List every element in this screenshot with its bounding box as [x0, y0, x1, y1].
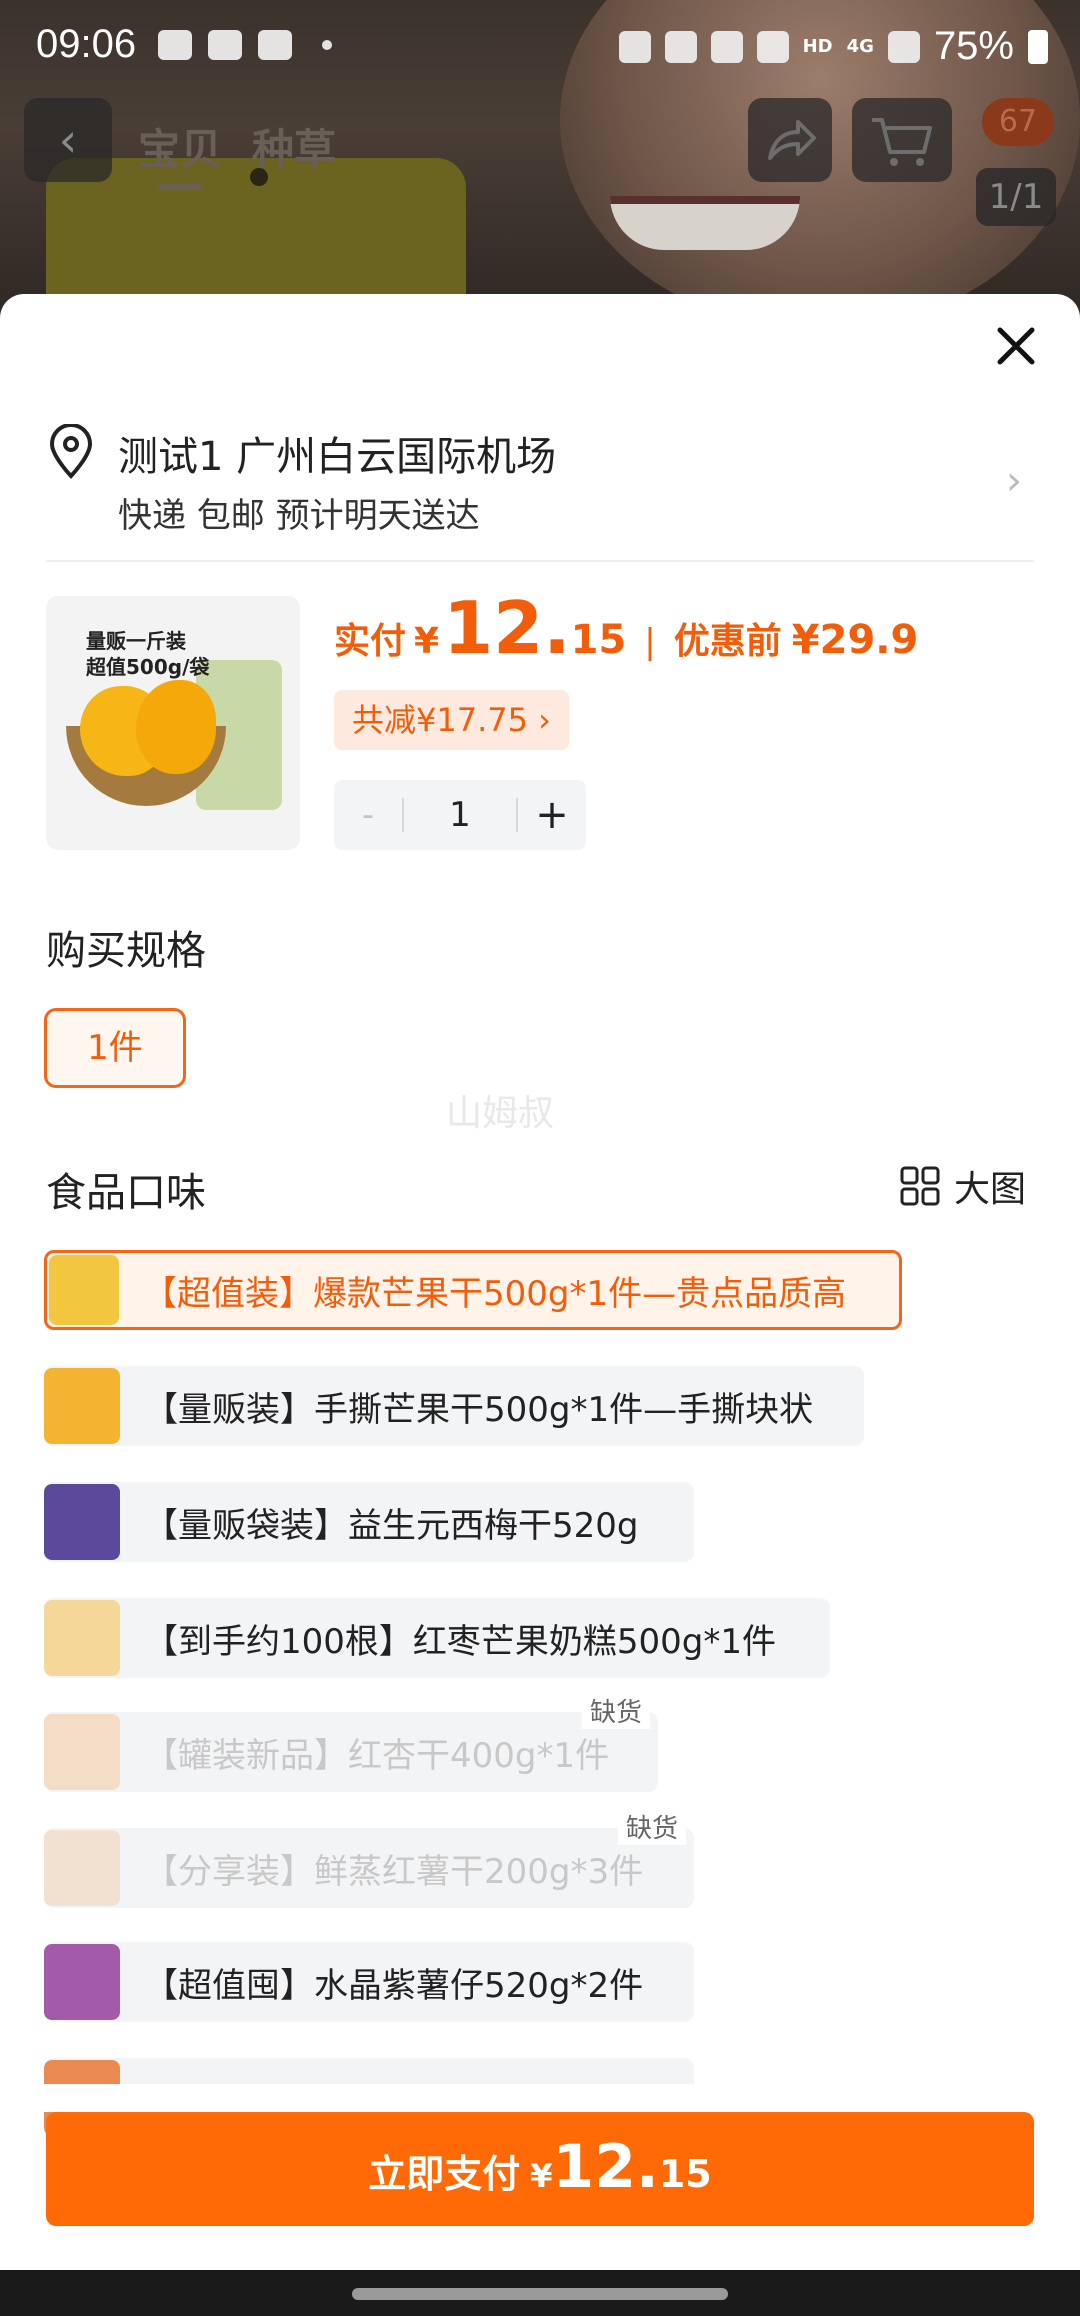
status-time: 09:06 [36, 22, 137, 66]
cart-button[interactable] [852, 98, 952, 182]
flavor-option[interactable]: 【到手约100根】红枣芒果奶糕500g*1件 [44, 1598, 830, 1678]
quantity-minus-button[interactable]: - [334, 795, 402, 835]
big-image-view-toggle[interactable]: 大图 [900, 1160, 1026, 1212]
out-of-stock-tag: 缺货 [582, 1692, 651, 1729]
watermark: 山姆叔 [446, 1093, 555, 1134]
original-price-value: ¥29.9 [791, 617, 919, 663]
system-status-icons: HD 4G 75% [618, 24, 1048, 69]
spec-section-title: 购买规格 [46, 928, 206, 974]
divider [46, 560, 1034, 562]
product-image-caption: 量贩一斤装 超值500g/袋 [86, 628, 209, 680]
pay-now-button[interactable]: 立即支付 ¥ 12. 15 [46, 2112, 1034, 2226]
tab-recommend[interactable]: 种草 [252, 116, 336, 177]
grid-icon [900, 1166, 940, 1206]
flavor-label: 【量贩袋装】益生元西梅干520g [144, 1505, 639, 1546]
price-separator: | [644, 622, 656, 662]
close-icon[interactable] [986, 316, 1046, 376]
pay-price-decimal: 15 [658, 2152, 712, 2196]
battery-icon [1028, 29, 1048, 64]
flavor-thumbnail [44, 1830, 120, 1906]
flavor-thumbnail [44, 1714, 120, 1790]
flavor-thumbnail [44, 1368, 120, 1444]
original-price-label: 优惠前 [673, 621, 782, 662]
product-thumbnail[interactable]: 量贩一斤装 超值500g/袋 [46, 596, 300, 850]
home-indicator[interactable] [352, 2288, 728, 2300]
system-nav-bar [0, 2270, 1080, 2316]
tab-product[interactable]: 宝贝 [138, 116, 222, 177]
hd-indicator: HD [802, 36, 833, 57]
cart-count-badge: 67 [982, 98, 1054, 146]
flavor-option[interactable]: 【超值囤】水晶紫薯仔520g*2件 [44, 1942, 694, 2022]
background-smile [610, 196, 800, 250]
cart-icon [872, 118, 932, 166]
actual-price-label: 实付 [334, 621, 407, 662]
flavor-option[interactable]: 【量贩装】手撕芒果干500g*1件—手撕块状 [44, 1366, 864, 1446]
active-tab-indicator [158, 184, 202, 190]
flavor-section-title: 食品口味 [46, 1170, 206, 1216]
flavor-label: 【超值装】爆款芒果干500g*1件—贵点品质高 [143, 1273, 847, 1314]
purchase-sheet: 测试1 广州白云国际机场 快递 包邮 预计明天送达 › 量贩一斤装 超值500g… [0, 294, 1080, 2270]
flavor-option[interactable]: 【超值装】爆款芒果干500g*1件—贵点品质高 [44, 1250, 902, 1330]
flavor-thumbnail [44, 1944, 120, 2020]
out-of-stock-tag: 缺货 [618, 1808, 687, 1845]
pay-currency-symbol: ¥ [530, 2157, 553, 2195]
price-integer: 12. [443, 586, 571, 670]
price-decimal: 15 [570, 617, 627, 663]
quantity-plus-button[interactable]: + [518, 792, 586, 838]
flavor-option-out-of-stock[interactable]: 【罐装新品】红杏干400g*1件 缺货 [44, 1692, 658, 1792]
pay-price-integer: 12. [552, 2132, 659, 2202]
wechat-icon [208, 30, 242, 60]
product-mango-image [136, 680, 216, 774]
flavor-option[interactable]: 【量贩袋装】益生元西梅干520g [44, 1482, 694, 1562]
quantity-stepper: - 1 + [334, 780, 586, 850]
signal-icon [887, 30, 920, 63]
spec-option-1[interactable]: 1件 [44, 1008, 186, 1088]
alarm-icon [664, 30, 697, 63]
flavor-label: 【超值囤】水晶紫薯仔520g*2件 [144, 1965, 644, 2006]
product-image-caption-line2: 超值500g/袋 [86, 655, 210, 679]
flavor-thumbnail [44, 1484, 120, 1560]
network-type: 4G [846, 36, 874, 57]
address-text: 测试1 广州白云国际机场 [118, 434, 557, 480]
quantity-value[interactable]: 1 [404, 795, 516, 835]
sim-icon [618, 30, 651, 63]
share-icon [768, 120, 816, 160]
product-top-nav: ‹ 宝贝 种草 [0, 96, 1080, 190]
battery-percent: 75% [933, 24, 1014, 68]
flavor-thumbnail [44, 1600, 120, 1676]
flavor-thumbnail [49, 1255, 119, 1325]
cloud-icon [158, 30, 192, 60]
back-button[interactable]: ‹ [24, 98, 112, 182]
wifi-icon [756, 30, 789, 63]
currency-symbol: ¥ [414, 621, 440, 662]
flavor-label: 【量贩装】手撕芒果干500g*1件—手撕块状 [144, 1389, 814, 1430]
delivery-info: 快递 包邮 预计明天送达 [118, 496, 480, 536]
status-bar: 09:06 HD 4G 75% [0, 0, 1080, 96]
flavor-label: 【罐装新品】红杏干400g*1件 [144, 1735, 610, 1776]
notification-icons [158, 30, 332, 60]
product-image-caption-line1: 量贩一斤装 [86, 629, 186, 653]
pay-button-label: 立即支付 [368, 2152, 521, 2196]
list-bottom-edge [0, 2084, 1080, 2112]
total-discount-chip[interactable]: 共减¥17.75 › [334, 690, 569, 750]
big-image-label: 大图 [954, 1169, 1027, 1210]
checkbox-icon [258, 30, 292, 60]
more-notifications-dot-icon [322, 40, 332, 50]
image-page-indicator: 1/1 [976, 168, 1056, 226]
price-row: 实付 ¥ 12. 15 | 优惠前 ¥29.9 [334, 586, 918, 676]
location-pin-icon [49, 424, 93, 479]
flavor-option-out-of-stock[interactable]: 【分享装】鲜蒸红薯干200g*3件 缺货 [44, 1808, 694, 1908]
mute-icon [710, 30, 743, 63]
flavor-label: 【到手约100根】红枣芒果奶糕500g*1件 [144, 1621, 777, 1662]
flavor-label: 【分享装】鲜蒸红薯干200g*3件 [144, 1851, 644, 1892]
chevron-right-icon: › [1006, 458, 1022, 504]
share-button[interactable] [748, 98, 832, 182]
delivery-address[interactable]: 测试1 广州白云国际机场 快递 包邮 预计明天送达 › [46, 424, 1036, 564]
